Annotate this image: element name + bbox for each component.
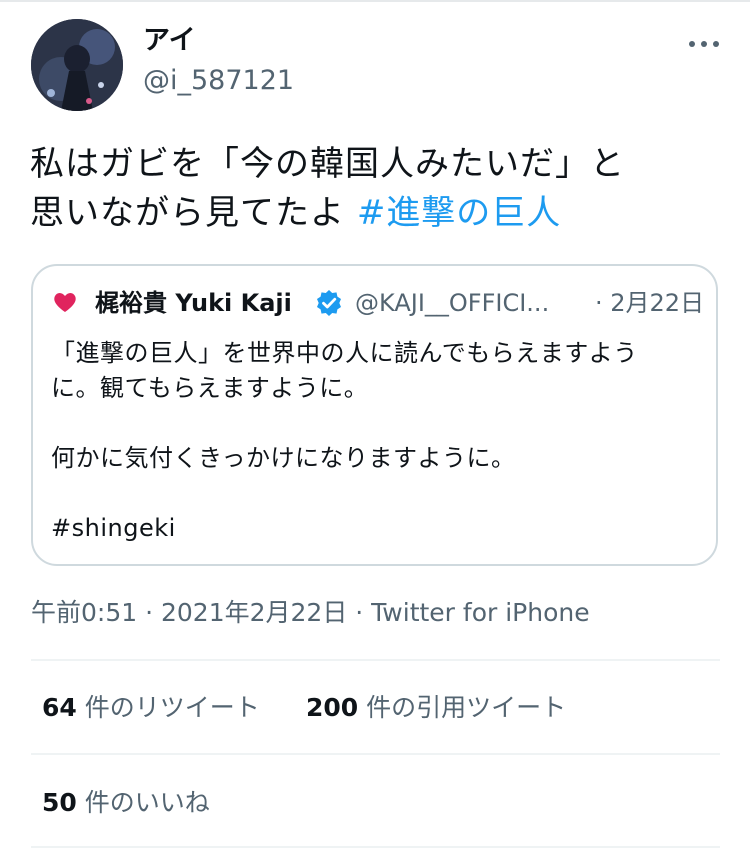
tweet-meta: 午前0:51 · 2021年2月22日 · Twitter for iPhone — [31, 596, 590, 630]
likes-count: 50 — [42, 788, 77, 817]
quoted-handle[interactable]: @KAJI__OFFICI... — [355, 286, 549, 320]
divider — [31, 659, 720, 661]
retweets-label: 件のリツイート — [84, 693, 260, 722]
tweet-text: 私はガビを「今の韓国人みたいだ」と 思いながら見てたよ #進撃の巨人 — [30, 140, 730, 238]
top-divider — [0, 0, 750, 2]
quoted-display-name[interactable]: 梶裕貴 Yuki Kaji — [95, 286, 292, 320]
user-handle[interactable]: @i_587121 — [143, 64, 294, 98]
verified-badge-icon — [317, 290, 341, 316]
display-name[interactable]: アイ — [143, 24, 196, 58]
more-icon[interactable] — [686, 34, 722, 54]
retweets-stat[interactable]: 64 件のリツイート — [42, 691, 260, 725]
quoted-tweet-header: 梶裕貴 Yuki Kaji @KAJI__OFFICI... · 2月22日 — [49, 286, 709, 320]
quotes-stat[interactable]: 200 件の引用ツイート — [306, 691, 566, 725]
likes-stat[interactable]: 50 件のいいね — [42, 786, 210, 820]
divider — [31, 846, 720, 848]
quotes-count: 200 — [306, 693, 359, 722]
divider — [31, 753, 720, 755]
quoted-tweet-body: 「進撃の巨人」を世界中の人に読んでもらえますよう に。観てもらえますように。 何… — [51, 336, 701, 546]
quotes-label: 件の引用ツイート — [366, 693, 567, 722]
quoted-hashtag: #shingeki — [51, 514, 176, 542]
hashtag-link[interactable]: #進撃の巨人 — [357, 193, 562, 233]
retweets-count: 64 — [42, 693, 77, 722]
quoted-text-line: 何かに気付くきっかけになりますように。 — [51, 444, 516, 472]
tweet-timestamp[interactable]: 午前0:51 · 2021年2月22日 · — [31, 598, 371, 627]
quoted-date[interactable]: · 2月22日 — [595, 286, 704, 320]
tweet-text-span: 思いながら見てたよ — [30, 193, 357, 233]
avatar-image — [31, 19, 123, 111]
heart-icon — [49, 286, 81, 318]
quoted-text-line: 「進撃の巨人」を世界中の人に読んでもらえますよう — [51, 339, 638, 367]
quoted-text-line: に。観てもらえますように。 — [51, 374, 369, 402]
likes-label: 件のいいね — [84, 788, 210, 817]
quoted-tweet-card[interactable]: 梶裕貴 Yuki Kaji @KAJI__OFFICI... · 2月22日 「… — [31, 264, 718, 566]
avatar[interactable] — [31, 19, 123, 111]
tweet-text-line: 思いながら見てたよ #進撃の巨人 — [30, 189, 730, 238]
tweet-text-line: 私はガビを「今の韓国人みたいだ」と — [30, 144, 625, 184]
tweet-source[interactable]: Twitter for iPhone — [371, 598, 589, 627]
